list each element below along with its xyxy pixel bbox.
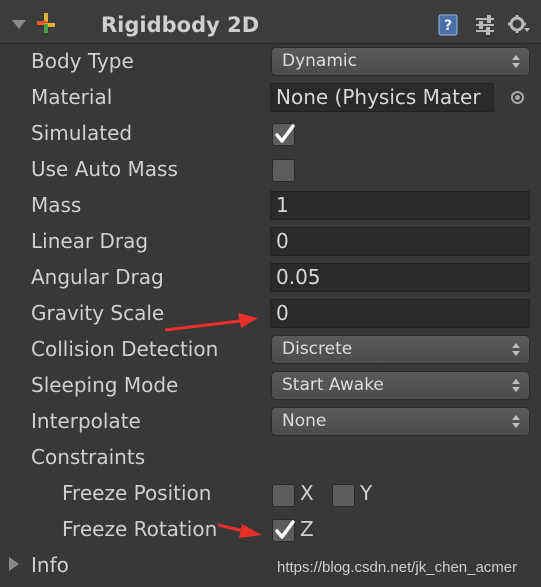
watermark-text: https://blog.csdn.net/jk_chen_acmer xyxy=(277,559,518,576)
collision-detection-dropdown[interactable]: Discrete xyxy=(271,335,530,364)
help-book-icon[interactable]: ? xyxy=(437,14,459,36)
collision-detection-value: Discrete xyxy=(282,339,353,359)
mass-label: Mass xyxy=(31,193,82,217)
freeze-rotation-z-label: Z xyxy=(300,517,314,541)
freeze-position-x-checkbox[interactable] xyxy=(272,484,295,507)
freeze-position-y-checkbox[interactable] xyxy=(332,484,355,507)
use-auto-mass-label: Use Auto Mass xyxy=(31,157,178,181)
linear-drag-input[interactable]: 0 xyxy=(270,227,530,256)
freeze-rotation-label: Freeze Rotation xyxy=(62,517,218,541)
rigidbody-component-icon xyxy=(37,13,55,33)
sleeping-mode-value: Start Awake xyxy=(282,375,384,395)
material-value: None (Physics Mater xyxy=(276,85,481,109)
gravity-scale-input[interactable]: 0 xyxy=(270,299,530,328)
freeze-position-label: Freeze Position xyxy=(62,481,212,505)
freeze-rotation-z-checkbox[interactable] xyxy=(272,519,295,542)
checkmark-icon xyxy=(275,124,295,143)
collision-detection-label: Collision Detection xyxy=(31,337,219,361)
freeze-rotation-arrow-icon xyxy=(217,523,262,538)
sleeping-mode-label: Sleeping Mode xyxy=(31,373,179,397)
rigidbody2d-inspector: Rigidbody 2D ? Body Type Dynamic Materia… xyxy=(0,0,541,587)
interpolate-dropdown[interactable]: None xyxy=(271,407,530,436)
component-header[interactable]: Rigidbody 2D ? xyxy=(0,0,541,44)
material-object-field[interactable]: None (Physics Mater xyxy=(270,83,494,112)
constraints-label: Constraints xyxy=(31,445,146,469)
object-picker-icon[interactable] xyxy=(511,91,524,104)
simulated-checkbox[interactable] xyxy=(272,123,295,146)
body-type-label: Body Type xyxy=(31,49,134,73)
gravity-scale-label: Gravity Scale xyxy=(31,301,165,325)
sleeping-mode-dropdown[interactable]: Start Awake xyxy=(271,371,530,400)
linear-drag-label: Linear Drag xyxy=(31,229,149,253)
interpolate-label: Interpolate xyxy=(31,409,141,433)
use-auto-mass-checkbox[interactable] xyxy=(272,159,295,182)
interpolate-value: None xyxy=(282,411,327,431)
body-type-value: Dynamic xyxy=(282,51,357,71)
gravity-scale-arrow-icon xyxy=(164,313,258,332)
foldout-arrow-icon[interactable] xyxy=(12,20,26,29)
preset-sliders-icon[interactable] xyxy=(474,14,496,36)
freeze-position-y-label: Y xyxy=(360,481,373,505)
body-type-dropdown[interactable]: Dynamic xyxy=(271,47,530,76)
info-foldout-arrow-icon[interactable] xyxy=(9,557,19,571)
dropdown-arrows-icon xyxy=(512,414,520,430)
angular-drag-input[interactable]: 0.05 xyxy=(270,263,530,292)
svg-text:?: ? xyxy=(444,18,452,34)
dropdown-arrows-icon xyxy=(512,378,520,394)
checkmark-icon xyxy=(275,520,295,539)
component-title: Rigidbody 2D xyxy=(101,13,260,37)
material-label: Material xyxy=(31,85,113,109)
mass-input[interactable]: 1 xyxy=(270,191,530,220)
dropdown-arrows-icon xyxy=(512,342,520,358)
info-foldout-label[interactable]: Info xyxy=(31,553,69,577)
gear-icon[interactable] xyxy=(508,14,530,36)
freeze-position-x-label: X xyxy=(300,481,314,505)
dropdown-arrows-icon xyxy=(512,54,520,70)
angular-drag-label: Angular Drag xyxy=(31,265,164,289)
simulated-label: Simulated xyxy=(31,121,133,145)
